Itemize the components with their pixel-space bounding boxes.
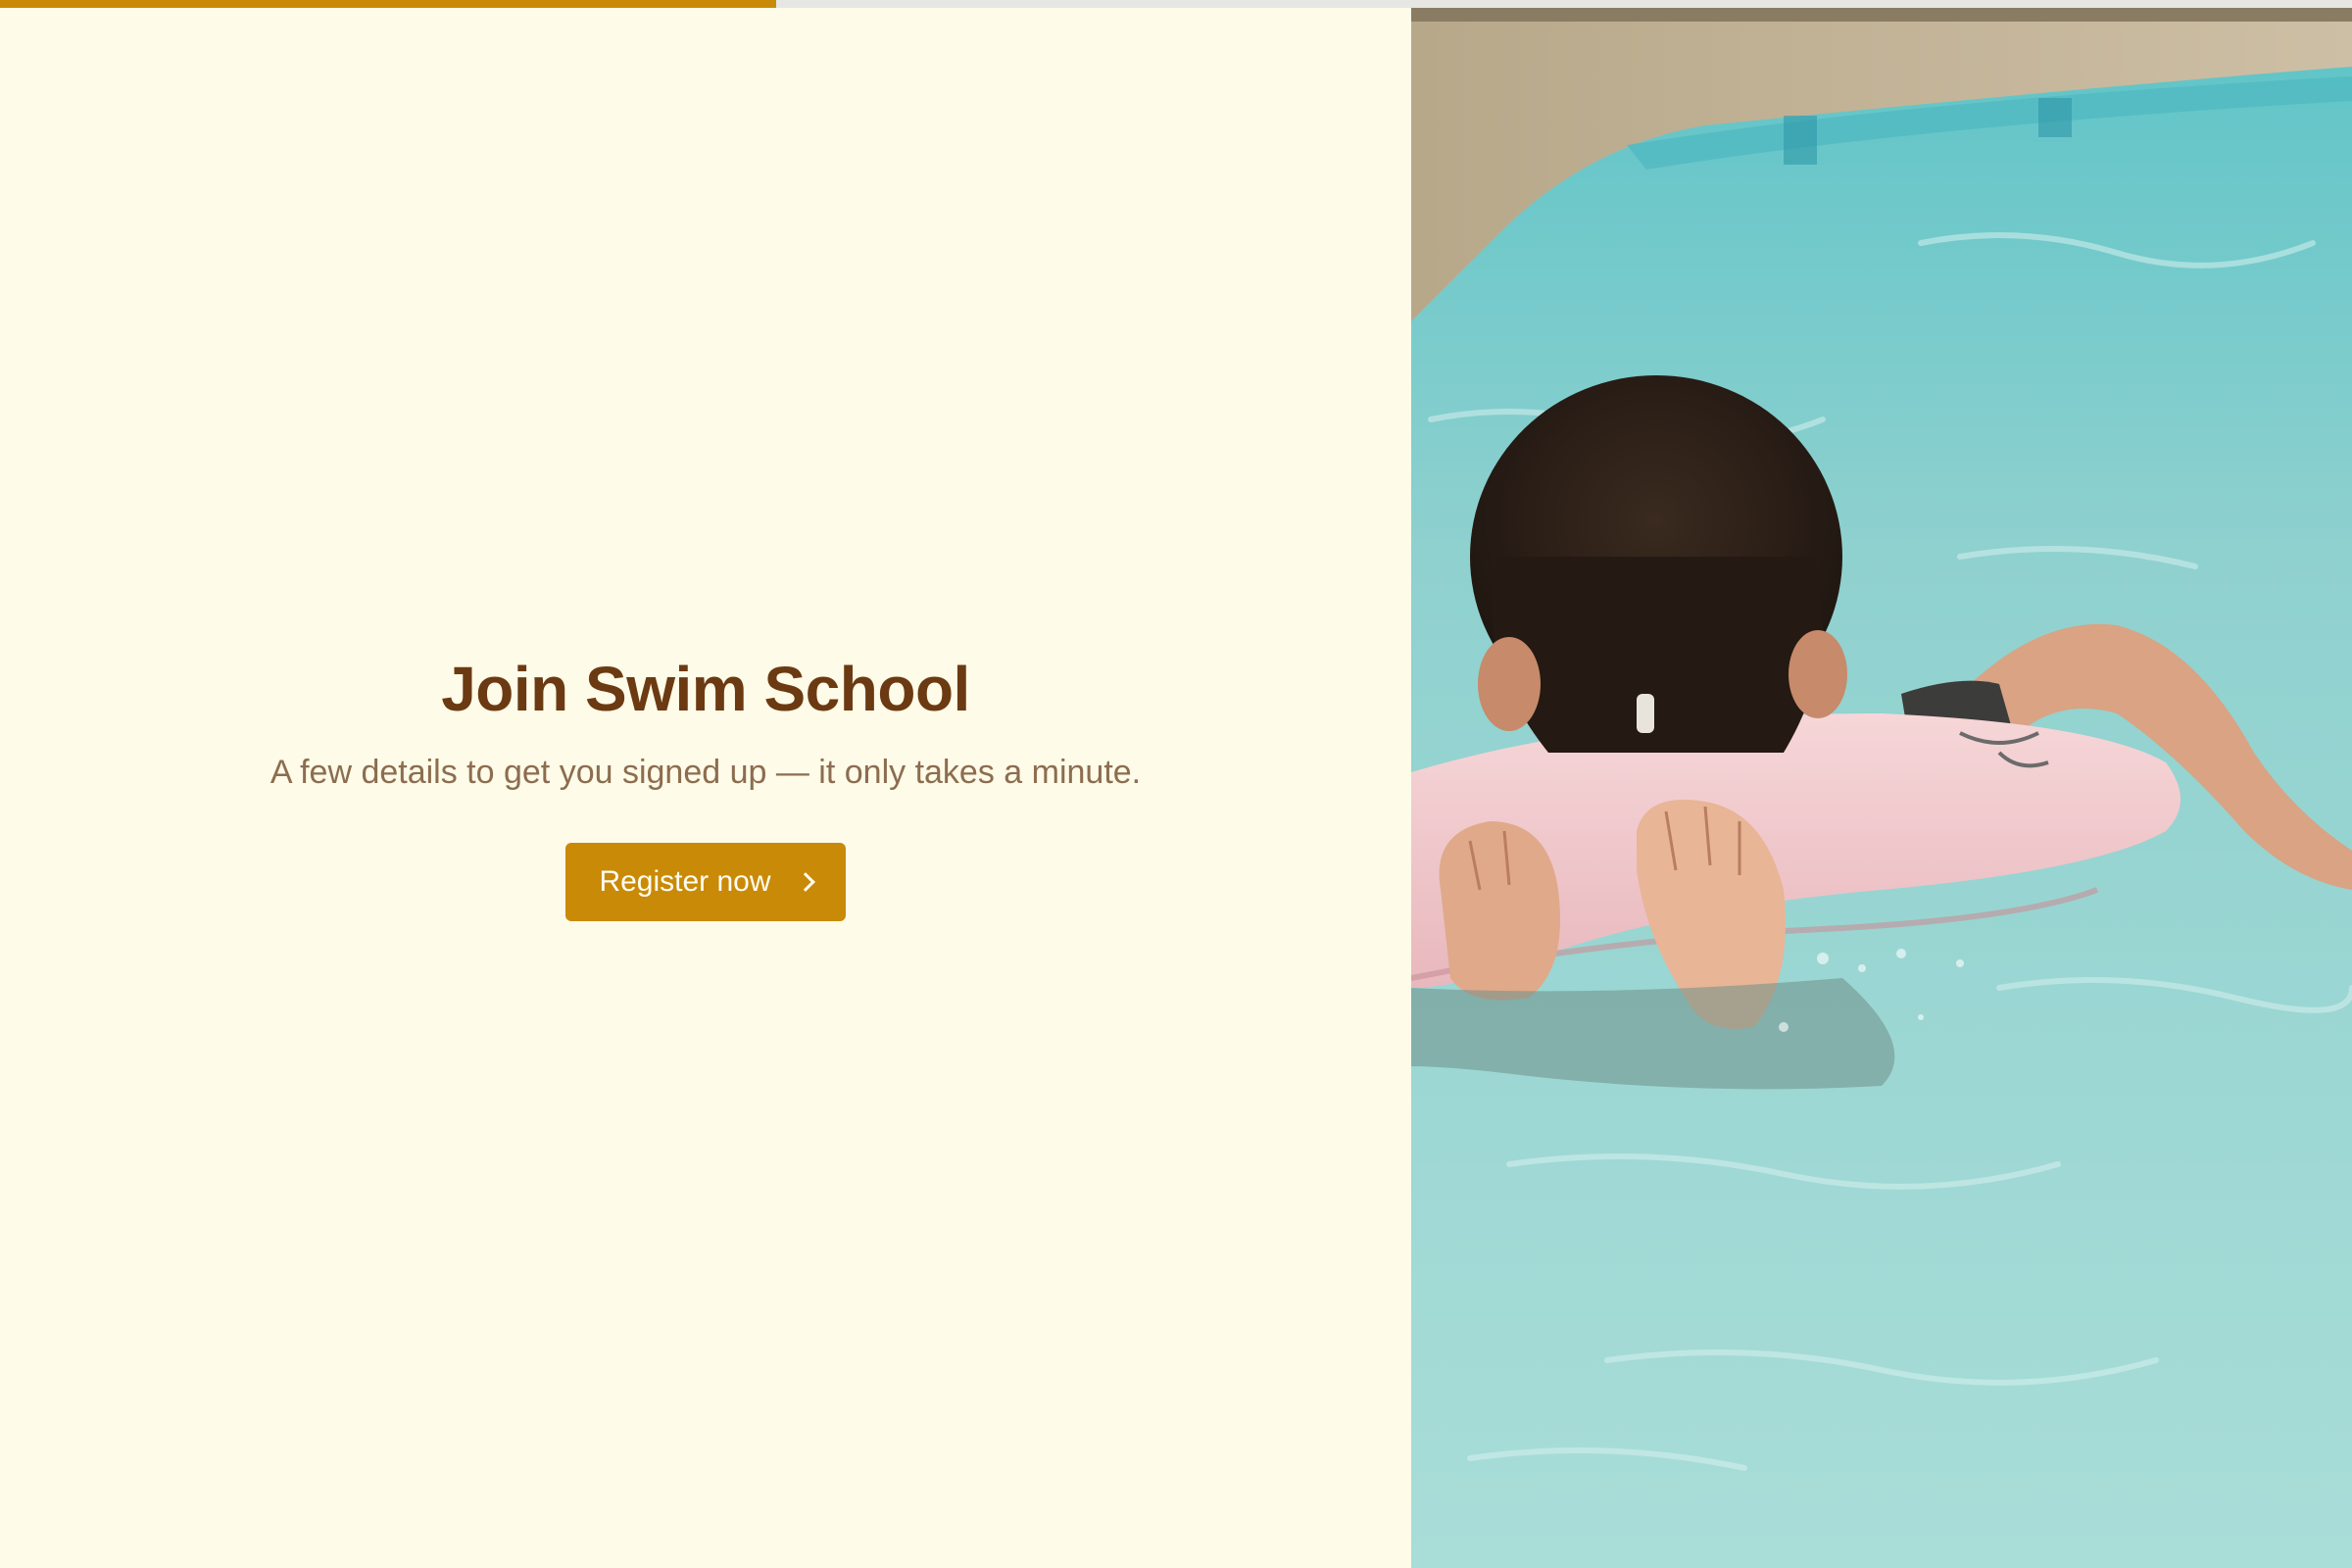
progress-bar [0,0,2352,8]
hero-photo [1411,8,2352,1568]
progress-bar-fill [0,0,776,8]
page-subtitle: A few details to get you signed up — it … [270,753,1142,791]
intro-panel: Join Swim School A few details to get yo… [0,8,1411,1568]
register-now-button[interactable]: Register now [565,842,846,921]
hero: Join Swim School A few details to get yo… [0,8,1411,1568]
chevron-right-icon [795,871,815,892]
page-title: Join Swim School [441,654,970,725]
child-swimming-photo [1411,8,2352,1568]
register-now-label: Register now [599,864,771,898]
